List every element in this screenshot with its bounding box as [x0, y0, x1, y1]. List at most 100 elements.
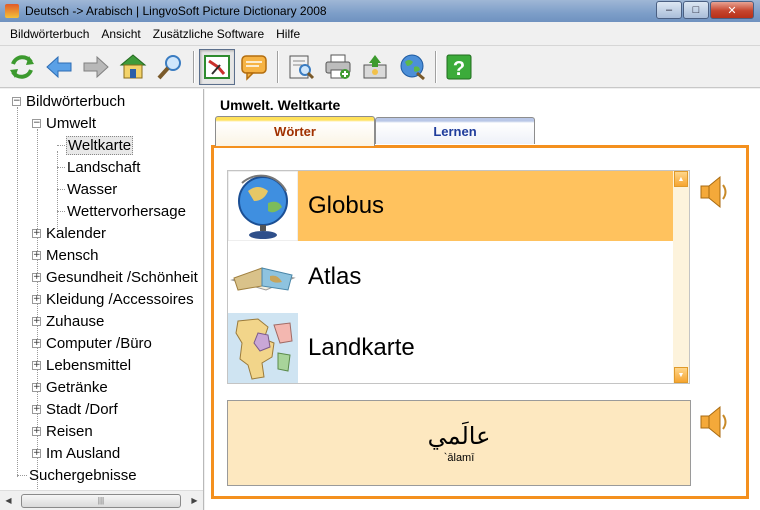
toolbar-separator [435, 50, 437, 83]
collapse-icon[interactable]: − [32, 118, 41, 128]
tree-node-getraenke[interactable]: + Getränke [32, 377, 108, 397]
translation-transliteration: `ālamī [443, 452, 475, 464]
tree-node-kalender[interactable]: + Kalender [32, 223, 106, 243]
tree-horizontal-scrollbar[interactable]: ◀ ||| ▶ [0, 490, 203, 510]
collapse-icon[interactable]: − [12, 96, 21, 106]
expand-icon[interactable]: + [32, 448, 41, 458]
window-title: Deutsch -> Arabisch | LingvoSoft Picture… [25, 4, 327, 18]
window-controls: – □ ✕ [655, 1, 754, 19]
expand-icon[interactable]: + [32, 316, 41, 326]
page-title: Umwelt. Weltkarte [220, 97, 341, 113]
scroll-left-icon[interactable]: ◀ [0, 492, 17, 510]
toolbar-separator [193, 50, 195, 83]
expand-icon[interactable]: + [32, 250, 41, 260]
words-frame: Globus Atlas Landkarte ▲ ▼ عالَمي `ālamī [211, 145, 749, 499]
user-add-icon [363, 54, 387, 78]
tree-connector [57, 167, 65, 168]
main-panel: Umwelt. Weltkarte Wörter Lernen Globus A… [205, 89, 760, 510]
scroll-up-icon[interactable]: ▲ [674, 171, 688, 187]
home-button[interactable] [115, 49, 151, 85]
close-button[interactable]: ✕ [710, 1, 754, 19]
expand-icon[interactable]: + [32, 360, 41, 370]
print-add-button[interactable] [320, 49, 356, 85]
tree-node-landschaft[interactable]: Landschaft [67, 157, 140, 177]
speaker-icon[interactable] [698, 402, 732, 442]
back-arrow-icon [46, 55, 72, 78]
tree-connector [17, 475, 27, 476]
tree-node-wasser[interactable]: Wasser [67, 179, 117, 199]
forward-arrow-icon [83, 55, 109, 78]
globe-search-icon [400, 54, 425, 80]
menu-bildwoerterbuch[interactable]: Bildwörterbuch [4, 27, 95, 41]
expand-icon[interactable]: + [32, 382, 41, 392]
forward-button[interactable] [78, 49, 114, 85]
tree-node-wettervorhersage[interactable]: Wettervorhersage [67, 201, 186, 221]
word-list-scrollbar[interactable]: ▲ ▼ [673, 171, 689, 383]
tree-node-umwelt[interactable]: − Umwelt [32, 113, 96, 133]
expand-icon[interactable]: + [32, 404, 41, 414]
tree-node-reisen[interactable]: + Reisen [32, 421, 93, 441]
atlas-picture [230, 267, 296, 291]
picture-mode-icon [204, 54, 230, 79]
menu-hilfe[interactable]: Hilfe [270, 27, 306, 41]
minimize-button[interactable]: – [656, 1, 682, 19]
expand-icon[interactable]: + [32, 426, 41, 436]
tree-connector [57, 151, 58, 231]
tree-node-kleidung[interactable]: + Kleidung /Accessoires [32, 289, 194, 309]
expand-icon[interactable]: + [32, 338, 41, 348]
refresh-icon [10, 54, 34, 79]
refresh-button[interactable] [4, 49, 40, 85]
scroll-down-icon[interactable]: ▼ [674, 367, 688, 383]
book-search-button[interactable] [283, 49, 319, 85]
tree-node-weltkarte[interactable]: Weltkarte [66, 135, 134, 155]
menu-zusaetzliche-software[interactable]: Zusätzliche Software [147, 27, 270, 41]
tab-woerter[interactable]: Wörter [215, 116, 375, 146]
scroll-right-icon[interactable]: ▶ [186, 492, 203, 510]
tree-node-stadt[interactable]: + Stadt /Dorf [32, 399, 118, 419]
tree-connector [17, 107, 18, 477]
list-item-globus[interactable]: Globus [228, 171, 674, 241]
list-item-landkarte[interactable]: Landkarte [228, 313, 674, 383]
tree-connector [57, 189, 65, 190]
menu-bar: Bildwörterbuch Ansicht Zusätzliche Softw… [0, 22, 760, 46]
tree-node-suchergebnisse[interactable]: Suchergebnisse [29, 465, 137, 485]
book-search-icon [289, 55, 315, 79]
tree-node-lebensmittel[interactable]: + Lebensmittel [32, 355, 131, 375]
menu-ansicht[interactable]: Ansicht [95, 27, 146, 41]
tree-node-computer[interactable]: + Computer /Büro [32, 333, 152, 353]
scroll-track[interactable]: ||| [17, 493, 186, 509]
svg-text:?: ? [453, 58, 465, 80]
globe-search-button[interactable] [394, 49, 430, 85]
tree-connector [57, 211, 65, 212]
list-item-atlas[interactable]: Atlas [228, 242, 674, 312]
translation-arabic: عالَمي [427, 422, 491, 450]
tree-connector [57, 145, 65, 146]
tree-node-zuhause[interactable]: + Zuhause [32, 311, 104, 331]
tree-node-gesundheit[interactable]: + Gesundheit /Schönheit [32, 267, 198, 287]
tree-node-root[interactable]: − Bildwörterbuch [12, 91, 125, 111]
word-label: Globus [308, 192, 385, 219]
tab-lernen[interactable]: Lernen [375, 117, 535, 144]
search-button[interactable] [152, 49, 188, 85]
speaker-icon[interactable] [698, 172, 732, 212]
app-icon [5, 4, 19, 18]
picture-mode-button[interactable] [199, 48, 235, 85]
expand-icon[interactable]: + [32, 294, 41, 304]
expand-icon[interactable]: + [32, 228, 41, 238]
word-label: Atlas [308, 263, 362, 290]
help-icon: ? [446, 54, 472, 80]
maximize-button[interactable]: □ [683, 1, 709, 19]
user-add-button[interactable] [357, 49, 393, 85]
expand-icon[interactable]: + [32, 272, 41, 282]
help-button[interactable]: ? [441, 49, 477, 85]
back-button[interactable] [41, 49, 77, 85]
word-list: Globus Atlas Landkarte ▲ ▼ [227, 170, 690, 384]
translation-box: عالَمي `ālamī [227, 400, 691, 486]
word-label: Landkarte [308, 334, 415, 361]
toolbar-separator [277, 50, 279, 83]
scroll-thumb[interactable]: ||| [21, 493, 181, 508]
tree-node-im-ausland[interactable]: + Im Ausland [32, 443, 120, 463]
speech-button[interactable] [236, 49, 272, 85]
home-icon [119, 53, 147, 78]
tree-node-mensch[interactable]: + Mensch [32, 245, 99, 265]
